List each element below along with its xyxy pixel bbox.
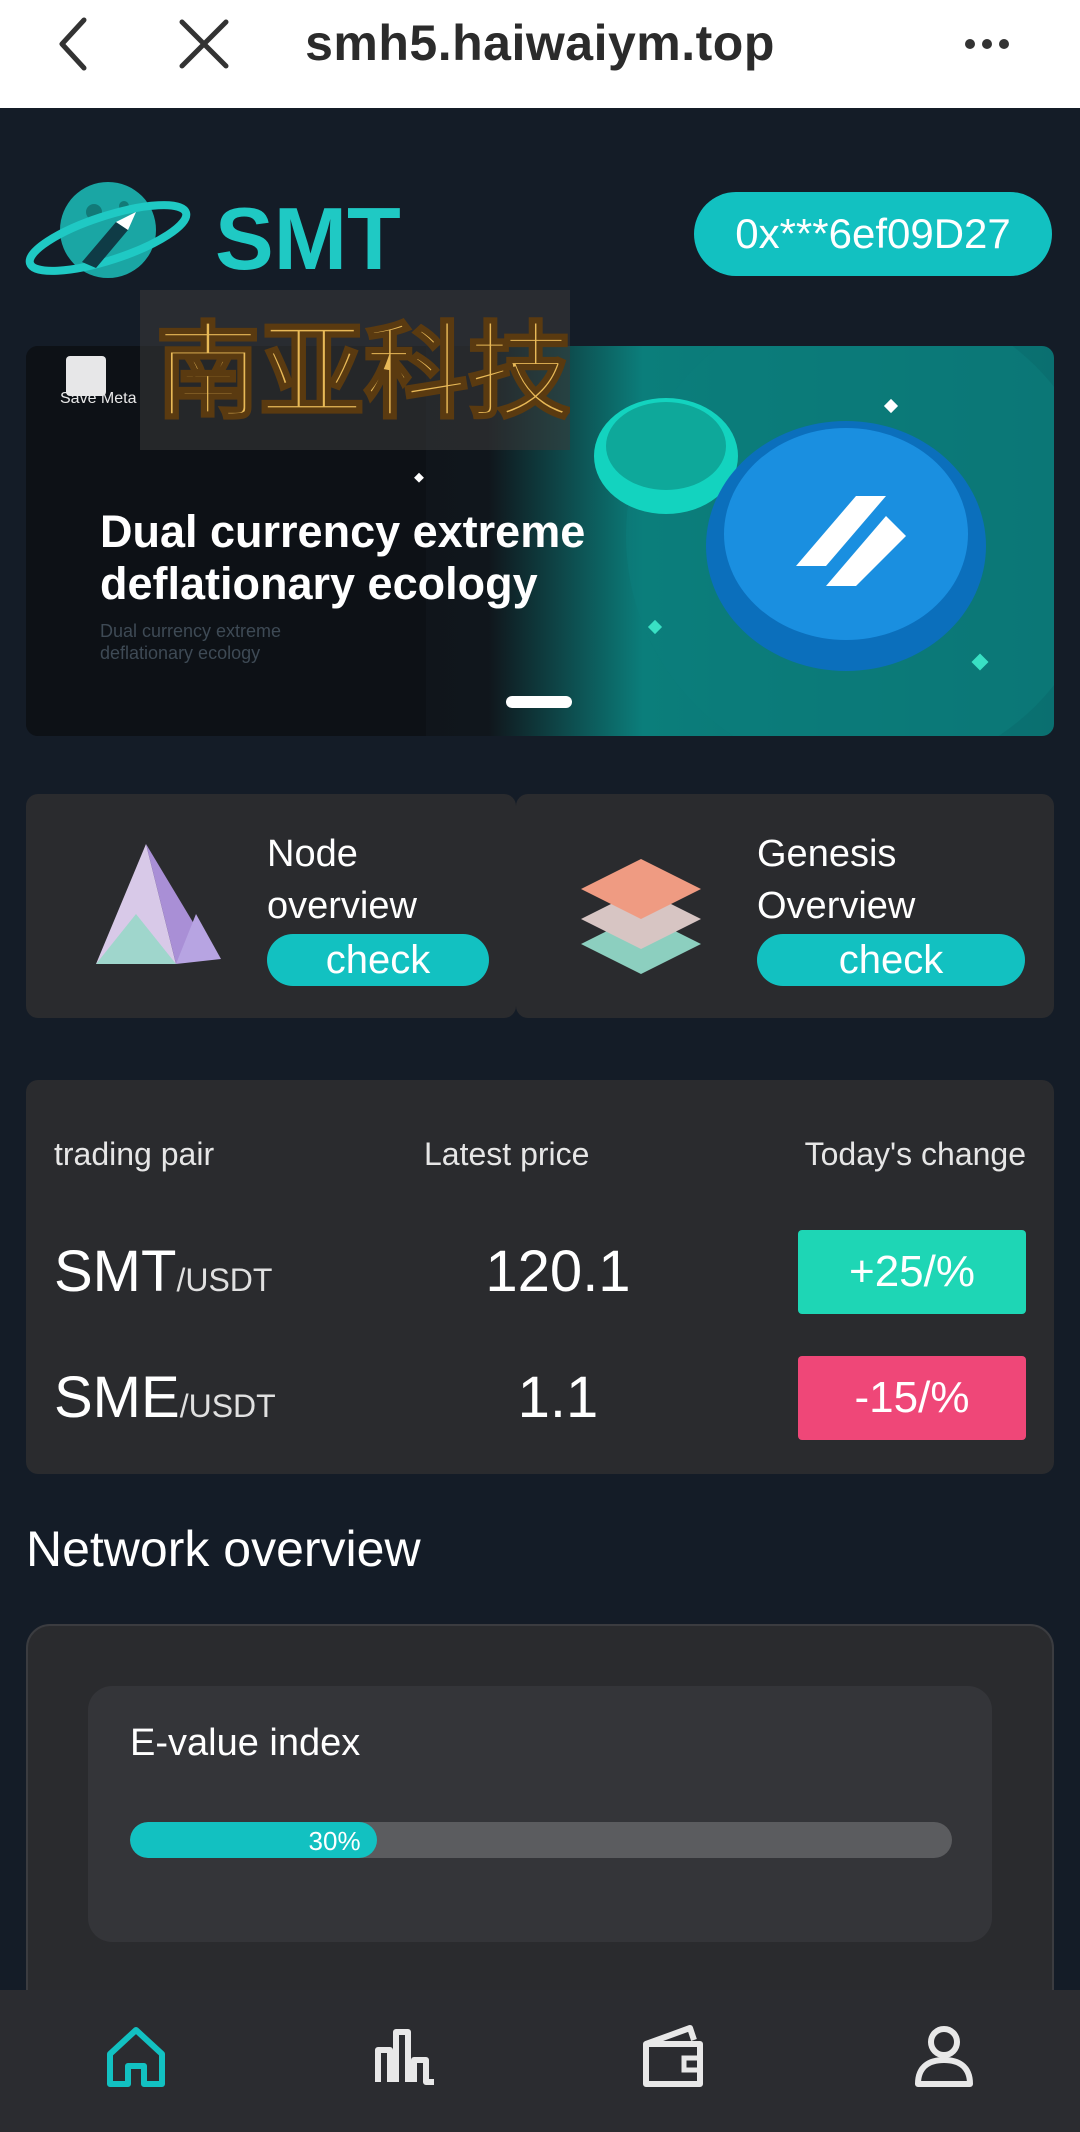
genesis-layers-icon [581,859,701,974]
network-overview-title: Network overview [26,1521,421,1577]
pair-quote: /USDT [176,1262,273,1298]
header-todays-change: Today's change [804,1136,1026,1172]
wallet-icon[interactable] [634,2016,714,2096]
evalue-progress-bar: 30% [130,1822,952,1858]
pair-base: SMT [54,1239,177,1304]
evalue-progress-fill: 30% [130,1822,377,1858]
pair-quote: /USDT [179,1388,276,1424]
genesis-overview-title: Genesis Overview [757,833,916,927]
node-check-button[interactable]: check [267,934,489,986]
genesis-overview-card[interactable]: Genesis Overview check [516,794,1054,1018]
overlay-chinese-text: 南亚科技 [156,311,570,433]
home-icon[interactable] [96,2016,176,2096]
evalue-index-panel: E-value index 30% [88,1686,992,1942]
pair-symbol: SMT/USDT [54,1238,272,1305]
market-table: trading pair Latest price Today's change… [26,1080,1054,1474]
pair-symbol: SME/USDT [54,1364,276,1431]
header-trading-pair: trading pair [54,1136,215,1172]
market-row-smt[interactable]: SMT/USDT 120.1 +25/% [26,1228,1054,1318]
chart-icon[interactable] [366,2016,446,2096]
user-icon[interactable] [904,2016,984,2096]
node-pyramid-icon [96,844,221,964]
network-overview-card: E-value index 30% [26,1624,1054,2044]
url-text[interactable]: smh5.haiwaiym.top [0,14,1080,72]
change-badge-up: +25/% [798,1230,1026,1314]
carousel-indicator[interactable] [506,696,572,708]
market-row-sme[interactable]: SME/USDT 1.1 -15/% [26,1354,1054,1444]
latest-price: 1.1 [517,1365,599,1430]
banner-title: Dual currency extreme deflationary ecolo… [100,506,586,609]
node-overview-card[interactable]: Node overview check [26,794,516,1018]
node-overview-title: Node overview [267,833,417,927]
evalue-progress-text: 30% [308,1826,361,1856]
latest-price: 120.1 [485,1239,631,1304]
more-icon[interactable] [962,24,1012,64]
browser-toolbar: smh5.haiwaiym.top [0,0,1080,108]
bottom-navigation [0,1990,1080,2132]
evalue-index-label: E-value index [130,1722,361,1764]
change-badge-down: -15/% [798,1356,1026,1440]
genesis-check-button[interactable]: check [757,934,1025,986]
planet-rocket-logo-icon [25,182,191,278]
banner-brand-small: Save Meta [60,390,137,407]
chinese-text-overlay: 南亚科技 [140,290,570,450]
header-latest-price: Latest price [424,1136,590,1172]
wallet-address-button[interactable]: 0x***6ef09D27 [694,192,1052,276]
brand-title: SMT [215,189,401,288]
pair-base: SME [54,1365,180,1430]
banner-subtitle: Dual currency extreme deflationary ecolo… [100,621,282,663]
